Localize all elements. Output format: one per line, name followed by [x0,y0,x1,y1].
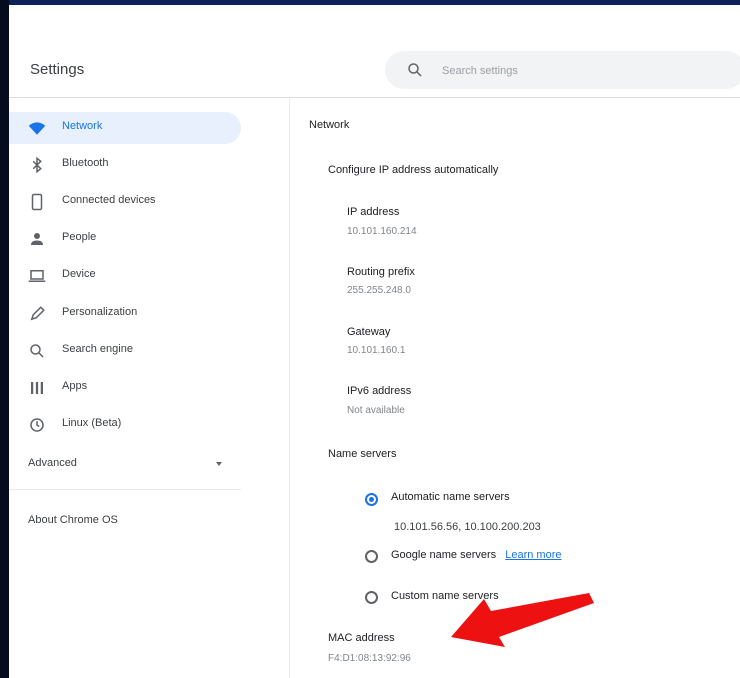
mac-address-value: F4:D1:08:13:92:96 [328,653,411,664]
sidebar-item-label: Search engine [62,343,133,355]
sidebar-item-people[interactable]: People [9,223,241,255]
configure-ip-label: Configure IP address automatically [328,164,499,176]
wifi-icon [28,122,46,135]
chevron-down-icon [216,462,222,466]
sidebar-item-device[interactable]: Device [9,260,241,292]
automatic-name-servers-detail: 10.101.56.56, 10.100.200.203 [394,521,541,533]
pen-icon [30,306,45,321]
sidebar-item-label: Linux (Beta) [62,417,122,429]
sidebar-divider [9,489,241,490]
sidebar-item-connected-devices[interactable]: Connected devices [9,186,241,218]
google-name-servers-radio[interactable] [365,550,378,563]
sidebar-item-label: Network [62,120,103,132]
google-name-servers-label: Google name servers [391,549,497,561]
sidebar-item-apps[interactable]: Apps [9,372,241,404]
sidebar-item-label: Connected devices [62,194,156,206]
annotation-arrow [451,593,594,647]
mac-address-label: MAC address [328,632,395,644]
learn-more-link[interactable]: Learn more [505,549,561,561]
routing-prefix-label: Routing prefix [347,266,415,278]
name-servers-label: Name servers [328,448,397,460]
window-left-edge [0,0,9,678]
sidebar-item-label: Personalization [62,306,138,318]
search-icon [30,344,44,358]
page-title: Settings [30,61,85,78]
custom-name-servers-radio[interactable] [365,591,378,604]
clock-icon [30,418,44,432]
ipv6-address-label: IPv6 address [347,385,412,397]
sidebar-item-linux[interactable]: Linux (Beta) [9,409,241,441]
sidebar-item-label: Apps [62,380,88,392]
automatic-name-servers-radio[interactable] [365,493,378,506]
about-chrome-os-link[interactable]: About Chrome OS [28,514,118,526]
search-icon [408,63,422,77]
ip-address-label: IP address [347,206,400,218]
automatic-name-servers-label: Automatic name servers [391,491,510,503]
google-name-servers-row: Google name servers Learn more [391,549,562,561]
ipv6-address-value: Not available [347,405,405,416]
sidebar-item-search-engine[interactable]: Search engine [9,335,241,367]
sidebar-item-network[interactable]: Network [9,112,241,144]
sidebar-item-label: People [62,231,97,243]
breadcrumb: Network [309,119,350,131]
search-bar[interactable] [385,51,740,89]
sidebar-item-personalization[interactable]: Personalization [9,298,241,330]
gateway-label: Gateway [347,326,391,338]
header: Settings [9,5,740,98]
person-icon [31,233,43,245]
settings-app: Settings Network Bluetooth Conne [9,5,740,678]
laptop-icon [28,270,46,282]
ip-address-value: 10.101.160.214 [347,226,417,237]
routing-prefix-value: 255.255.248.0 [347,285,411,296]
bluetooth-icon [32,156,42,174]
sidebar-item-bluetooth[interactable]: Bluetooth [9,149,241,181]
search-input[interactable] [440,60,734,82]
sidebar-item-label: Device [62,268,96,280]
phone-icon [31,193,43,211]
advanced-toggle[interactable]: Advanced [9,448,241,480]
apps-icon [31,382,43,394]
sidebar: Network Bluetooth Connected devices Peop… [9,98,290,678]
gateway-value: 10.101.160.1 [347,345,406,356]
sidebar-item-label: Bluetooth [62,157,109,169]
advanced-label: Advanced [28,457,77,469]
